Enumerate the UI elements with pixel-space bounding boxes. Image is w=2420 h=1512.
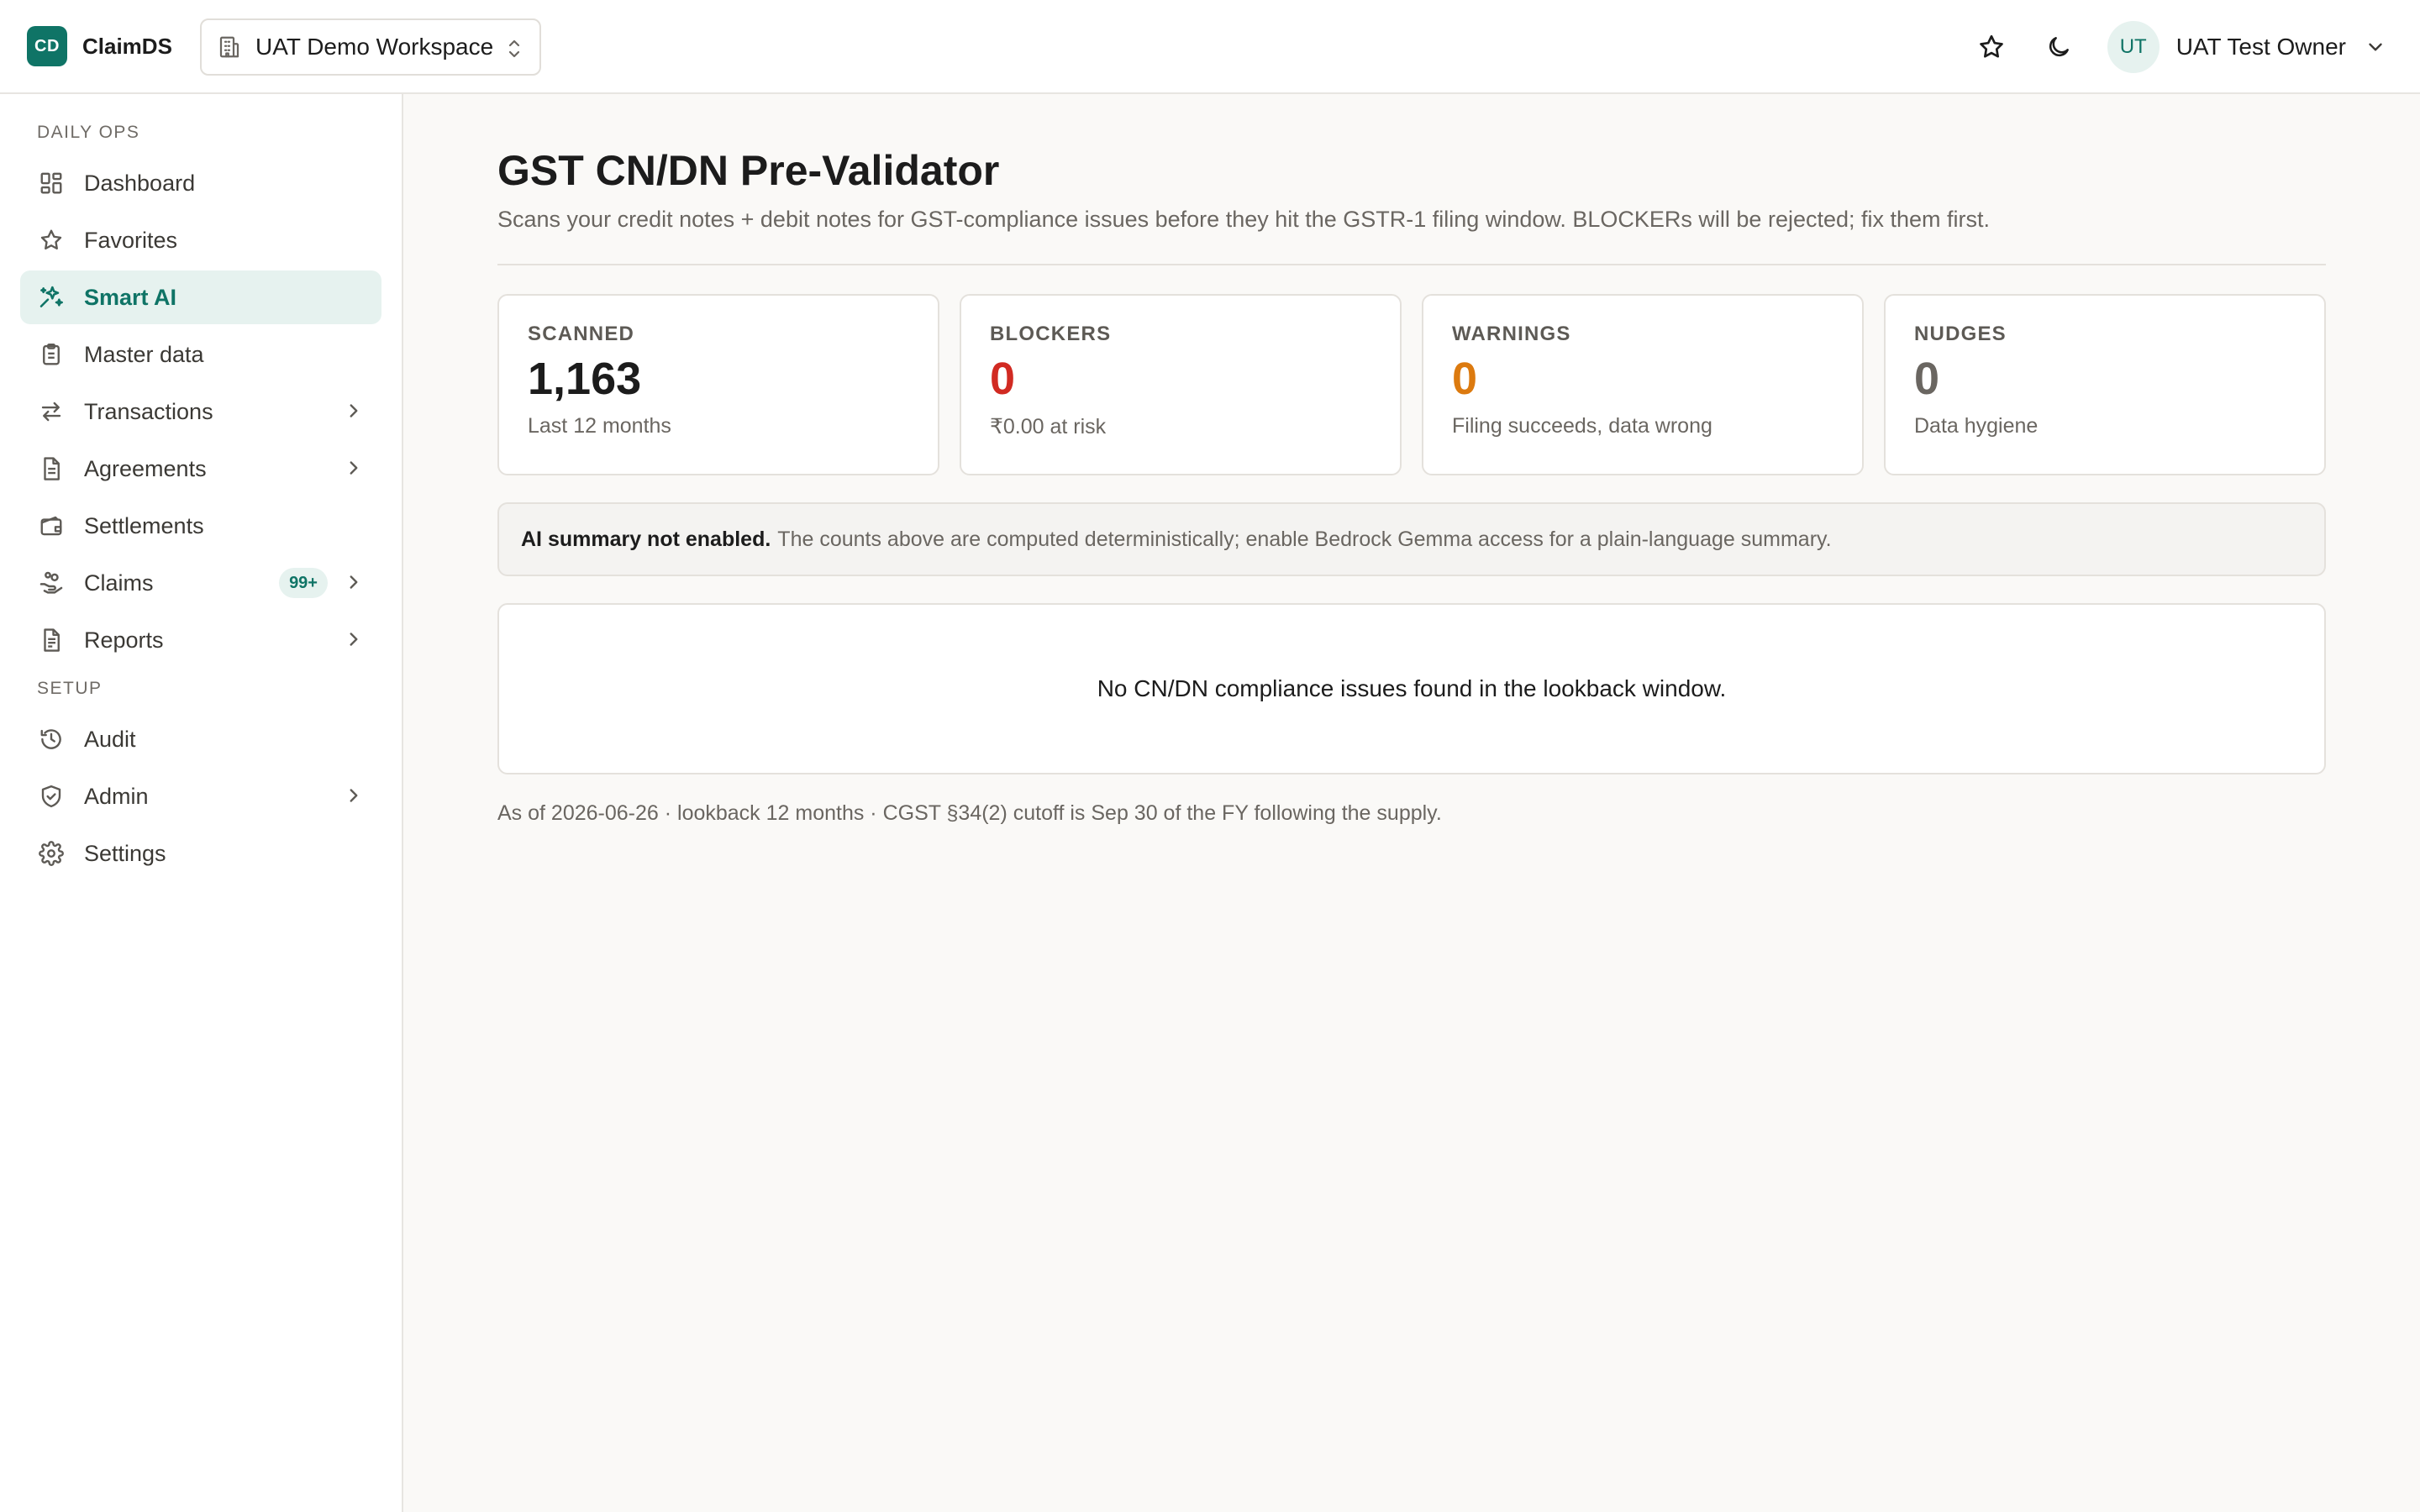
top-bar: CD ClaimDS UAT Demo Workspace UT UAT Tes… <box>0 0 2420 94</box>
footnote: As of 2026-06-26 · lookback 12 months · … <box>497 801 1442 825</box>
sidebar-item-reports[interactable]: Reports <box>20 613 381 667</box>
user-name[interactable]: UAT Test Owner <box>2176 34 2346 60</box>
sidebar-item-label: Agreements <box>84 455 207 481</box>
section-label-setup: SETUP <box>37 679 103 698</box>
stat-note: Filing succeeds, data wrong <box>1452 414 1712 438</box>
stat-value: 0 <box>1452 354 1478 404</box>
hand-coins-icon <box>37 569 66 597</box>
chevron-right-icon <box>343 785 365 806</box>
chevron-right-icon <box>343 457 365 479</box>
chevron-right-icon <box>343 400 365 422</box>
dashboard-grid-icon <box>37 169 66 197</box>
sidebar-item-favorites[interactable]: Favorites <box>20 213 381 267</box>
ai-summary-notice: AI summary not enabled. The counts above… <box>497 502 2326 576</box>
sidebar-item-label: Reports <box>84 627 164 653</box>
claims-count-badge: 99+ <box>279 568 328 598</box>
sidebar-item-settings[interactable]: Settings <box>20 827 381 880</box>
sidebar-item-admin[interactable]: Admin <box>20 769 381 823</box>
sidebar-item-transactions[interactable]: Transactions <box>20 385 381 438</box>
history-icon <box>37 725 66 753</box>
sidebar-item-label: Transactions <box>84 398 213 424</box>
sidebar-item-label: Settlements <box>84 512 204 538</box>
stat-card-warnings: WARNINGS 0 Filing succeeds, data wrong <box>1422 294 1864 475</box>
sidebar-item-smart-ai[interactable]: Smart AI <box>20 270 381 324</box>
top-right-actions: UT UAT Test Owner <box>1948 0 2386 94</box>
sparkles-icon <box>37 283 66 312</box>
page-subtitle: Scans your credit notes + debit notes fo… <box>497 207 1991 232</box>
user-avatar[interactable]: UT <box>2107 21 2160 73</box>
arrows-swap-icon <box>37 397 66 426</box>
brand[interactable]: CD ClaimDS <box>27 26 172 66</box>
sidebar-item-label: Dashboard <box>84 170 196 196</box>
building-icon <box>217 34 242 60</box>
sidebar-item-label: Favorites <box>84 227 178 253</box>
stat-note: Data hygiene <box>1914 414 2039 438</box>
stat-value: 0 <box>1914 354 1940 404</box>
chevron-right-icon <box>343 628 365 650</box>
empty-state-text: No CN/DN compliance issues found in the … <box>1097 675 1727 701</box>
sidebar-item-audit[interactable]: Audit <box>20 712 381 766</box>
workspace-switcher[interactable]: UAT Demo Workspace <box>200 18 541 76</box>
sidebar-item-settlements[interactable]: Settlements <box>20 499 381 553</box>
star-icon <box>37 226 66 255</box>
report-icon <box>37 626 66 654</box>
shield-check-icon <box>37 782 66 811</box>
workspace-label: UAT Demo Workspace <box>255 34 494 60</box>
brand-name: ClaimDS <box>82 33 172 59</box>
chevron-right-icon <box>343 571 365 593</box>
stat-card-scanned: SCANNED 1,163 Last 12 months <box>497 294 939 475</box>
theme-toggle-button[interactable] <box>2035 24 2082 71</box>
sidebar: DAILY OPS Dashboard Favorites Smart AI M… <box>0 94 403 1512</box>
sidebar-item-label: Smart AI <box>84 284 177 310</box>
wallet-icon <box>37 512 66 540</box>
chevron-down-icon[interactable] <box>2365 36 2386 58</box>
document-icon <box>37 454 66 483</box>
stat-value: 1,163 <box>528 354 642 404</box>
stat-note: ₹0.00 at risk <box>990 415 1107 439</box>
divider <box>497 264 2326 265</box>
stat-note: Last 12 months <box>528 414 671 438</box>
favorite-star-button[interactable] <box>1968 24 2015 71</box>
sidebar-item-label: Master data <box>84 341 204 367</box>
sidebar-item-dashboard[interactable]: Dashboard <box>20 156 381 210</box>
gear-icon <box>37 839 66 868</box>
sidebar-item-label: Claims <box>84 570 154 596</box>
brand-logo: CD <box>27 26 67 66</box>
stat-label: WARNINGS <box>1452 323 1571 345</box>
stat-label: BLOCKERS <box>990 323 1112 345</box>
sidebar-item-label: Audit <box>84 726 136 752</box>
stat-value: 0 <box>990 354 1016 404</box>
stat-label: NUDGES <box>1914 323 2007 345</box>
sidebar-item-agreements[interactable]: Agreements <box>20 442 381 496</box>
sidebar-item-label: Settings <box>84 840 166 866</box>
page-title: GST CN/DN Pre-Validator <box>497 147 1000 194</box>
clipboard-icon <box>37 340 66 369</box>
sidebar-item-claims[interactable]: Claims 99+ <box>20 556 381 610</box>
star-icon <box>1977 33 2006 61</box>
moon-icon <box>2045 34 2072 60</box>
stat-card-blockers: BLOCKERS 0 ₹0.00 at risk <box>960 294 1402 475</box>
section-label-daily-ops: DAILY OPS <box>37 123 140 142</box>
stat-label: SCANNED <box>528 323 635 345</box>
sidebar-item-master-data[interactable]: Master data <box>20 328 381 381</box>
chevron-up-down-icon <box>504 37 524 60</box>
sidebar-item-label: Admin <box>84 783 149 809</box>
ai-summary-title: AI summary not enabled. <box>521 527 771 551</box>
ai-summary-text: The counts above are computed determinis… <box>777 527 1832 551</box>
stat-card-nudges: NUDGES 0 Data hygiene <box>1884 294 2326 475</box>
empty-state-card: No CN/DN compliance issues found in the … <box>497 603 2326 774</box>
